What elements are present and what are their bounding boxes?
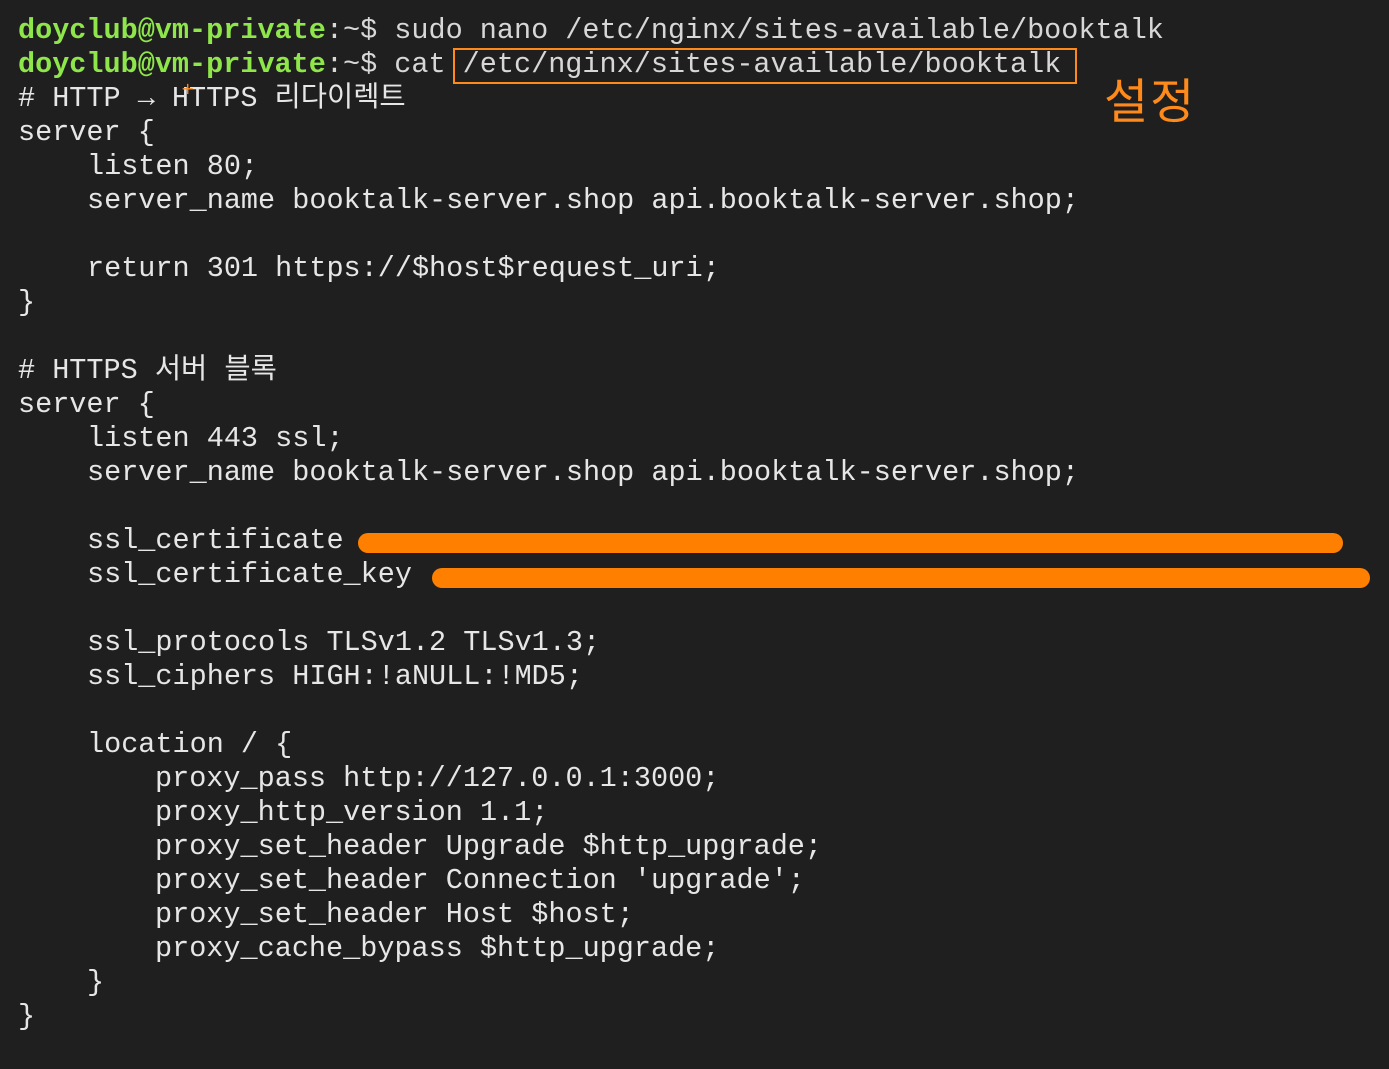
config-line: proxy_set_header Upgrade $http_upgrade; <box>155 830 823 863</box>
config-line: proxy_cache_bypass $http_upgrade; <box>155 932 720 965</box>
config-line: ssl_ciphers HIGH:!aNULL:!MD5; <box>87 660 583 693</box>
prompt-suffix: :~$ <box>325 14 378 47</box>
annotation-label: 설정 <box>1104 74 1197 130</box>
prompt-suffix: :~$ <box>325 48 378 81</box>
prompt-user-host: doyclub@vm-private <box>18 48 326 81</box>
cursor-marker-icon: + <box>181 79 195 98</box>
config-comment: # HTTPS 서버 블록 <box>18 354 277 387</box>
config-line: listen 443 ssl; <box>87 422 344 455</box>
prompt-user-host: doyclub@vm-private <box>18 14 326 47</box>
config-line: } <box>18 1000 36 1033</box>
config-line: return 301 https://$host$request_uri; <box>87 252 720 285</box>
terminal-output: doyclub@vm-private:~$ sudo nano /etc/ngi… <box>18 14 1378 1034</box>
command-text: sudo nano /etc/nginx/sites-available/boo… <box>377 14 1164 47</box>
config-line: server { <box>18 388 155 421</box>
config-line: proxy_http_version 1.1; <box>155 796 549 829</box>
config-line: listen 80; <box>87 150 259 183</box>
config-line: ssl_protocols TLSv1.2 TLSv1.3; <box>87 626 601 659</box>
config-line: proxy_set_header Host $host; <box>155 898 634 931</box>
highlight-box <box>453 48 1077 84</box>
config-line: server_name booktalk-server.shop api.boo… <box>87 456 1079 489</box>
redaction-mark <box>358 533 1343 553</box>
redaction-mark <box>432 568 1370 588</box>
config-line: proxy_pass http://127.0.0.1:3000; <box>155 762 720 795</box>
config-line: proxy_set_header Connection 'upgrade'; <box>155 864 805 897</box>
command-line-1: doyclub@vm-private:~$ sudo nano /etc/ngi… <box>18 14 1378 48</box>
config-line: } <box>87 966 105 999</box>
config-line: location / { <box>87 728 293 761</box>
config-line: } <box>18 286 36 319</box>
config-line: server_name booktalk-server.shop api.boo… <box>87 184 1079 217</box>
